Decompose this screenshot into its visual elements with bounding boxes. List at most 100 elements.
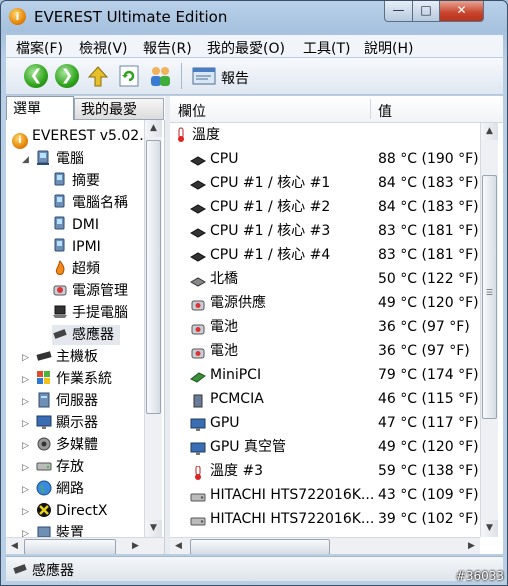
sensor-row[interactable]: 溫度 #3 59 °C (138 °F) [170, 459, 480, 483]
expand-icon[interactable]: ▷ [22, 419, 29, 429]
menu-tools[interactable]: 工具(T) [303, 38, 350, 58]
scroll-down-icon[interactable]: ▼ [481, 520, 498, 537]
tree-item-laptop[interactable]: 手提電腦 [52, 303, 128, 323]
menu-report[interactable]: 報告(R) [143, 38, 192, 58]
tree-item-power-management[interactable]: 電源管理 [52, 281, 128, 301]
tree-item-ipmi[interactable]: IPMI [52, 237, 101, 257]
sensor-row[interactable]: 電池 36 °C (97 °F) [170, 315, 480, 339]
tree-item-os[interactable]: 作業系統 [36, 369, 112, 389]
tree-vertical-scrollbar[interactable]: ▲ ▼ [144, 120, 162, 537]
scroll-right-icon[interactable]: ▶ [463, 538, 480, 554]
scroll-up-icon[interactable]: ▲ [145, 120, 162, 137]
menu-file[interactable]: 檔案(F) [16, 38, 63, 58]
sensor-value: 43 °C (109 °F) [378, 487, 479, 503]
sensor-row[interactable]: CPU #1 / 核心 #4 83 °C (181 °F) [170, 243, 480, 267]
sensor-row[interactable]: 電源供應 49 °C (120 °F) [170, 291, 480, 315]
tab-menu[interactable]: 選單 [6, 96, 74, 120]
expand-icon[interactable]: ▷ [22, 485, 29, 495]
scroll-thumb[interactable]: ☰ [482, 175, 497, 419]
minimize-button[interactable]: — [384, 1, 413, 22]
sensor-row[interactable]: CPU #1 / 核心 #1 84 °C (183 °F) [170, 171, 480, 195]
sensor-row[interactable]: HITACHI HTS722016K... 43 °C (109 °F) [170, 483, 480, 507]
sensor-name: MiniPCI [210, 367, 262, 383]
tree-label: IPMI [72, 239, 101, 255]
sensor-row[interactable]: MiniPCI 79 °C (174 °F) [170, 363, 480, 387]
hdd-icon [190, 512, 206, 526]
list-vertical-scrollbar[interactable]: ▲ ☰ ▼ [480, 123, 498, 537]
tree-root[interactable]: i EVEREST v5.02.1 [12, 126, 153, 149]
menu-help[interactable]: 說明(H) [364, 38, 413, 58]
expand-icon[interactable]: ▷ [22, 353, 29, 363]
tree-item-multimedia[interactable]: 多媒體 [36, 435, 98, 455]
column-divider[interactable] [370, 99, 371, 119]
list-header: 欄位 值 [170, 96, 503, 123]
list-horizontal-scrollbar[interactable]: ◀ ▶ [170, 537, 480, 554]
tree-item-display[interactable]: 顯示器 [36, 413, 98, 433]
tree-item-summary[interactable]: 摘要 [52, 171, 100, 191]
sensor-row[interactable]: GPU 真空管 49 °C (120 °F) [170, 435, 480, 459]
sensor-name: HITACHI HTS722016K... [210, 511, 375, 527]
back-icon[interactable]: ❮ [24, 64, 48, 88]
column-header-field[interactable]: 欄位 [178, 101, 206, 121]
expand-icon[interactable]: ▷ [22, 441, 29, 451]
tree-item-sensor[interactable]: 感應器 [52, 325, 120, 345]
tree-item-network[interactable]: 網路 [36, 479, 84, 499]
tree-horizontal-scrollbar[interactable]: ◀ ▶ [6, 537, 164, 554]
tree-label: 顯示器 [56, 415, 98, 431]
scroll-thumb[interactable] [24, 539, 116, 554]
close-button[interactable]: ✕ [439, 1, 484, 22]
title-bar[interactable]: i EVEREST Ultimate Edition — □ ✕ [1, 1, 507, 33]
scroll-up-icon[interactable]: ▲ [481, 123, 498, 140]
app-window: i EVEREST Ultimate Edition — □ ✕ 檔案(F) 檢… [0, 0, 508, 586]
tree-item-computer[interactable]: 電腦 [36, 149, 84, 169]
tree-item-computer-name[interactable]: 電腦名稱 [52, 193, 128, 213]
power-icon [52, 282, 68, 298]
tree-item-motherboard[interactable]: 主機板 [36, 347, 98, 367]
sensor-row[interactable]: GPU 47 °C (117 °F) [170, 411, 480, 435]
scroll-thumb[interactable] [146, 140, 161, 414]
tree-pane: i EVEREST v5.02.1 ◢ 電腦 摘要 電腦名稱 DMI IPMI 超… [6, 120, 165, 554]
expand-icon[interactable]: ▷ [22, 397, 29, 407]
collapse-icon[interactable]: ◢ [22, 155, 29, 165]
tree-label: 主機板 [56, 349, 98, 365]
expand-icon[interactable]: ▷ [22, 507, 29, 517]
sensor-name: GPU [210, 415, 240, 431]
tree-item-overclock[interactable]: 超頻 [52, 259, 100, 279]
scroll-right-icon[interactable]: ▶ [127, 538, 144, 554]
expand-icon[interactable]: ▷ [22, 463, 29, 473]
column-header-value[interactable]: 值 [378, 101, 392, 121]
expand-icon[interactable]: ▷ [22, 375, 29, 385]
tab-favorites[interactable]: 我的最愛 [74, 98, 164, 120]
sensor-row[interactable]: CPU 88 °C (190 °F) [170, 147, 480, 171]
scroll-thumb[interactable] [190, 539, 330, 554]
refresh-icon[interactable] [117, 64, 141, 88]
left-tab-strip: 我的最愛 選單 [6, 96, 164, 120]
maximize-button[interactable]: □ [412, 1, 440, 22]
group-row[interactable]: 溫度 [170, 123, 480, 147]
scroll-down-icon[interactable]: ▼ [145, 520, 162, 537]
sensor-row[interactable]: CPU #1 / 核心 #2 84 °C (183 °F) [170, 195, 480, 219]
sensor-row[interactable]: PCMCIA 46 °C (115 °F) [170, 387, 480, 411]
menu-favorites[interactable]: 我的最愛(O) [207, 38, 285, 58]
sensor-row[interactable]: 北橋 50 °C (122 °F) [170, 267, 480, 291]
hdd-icon [190, 488, 206, 502]
tree-item-storage[interactable]: 存放 [36, 457, 84, 477]
sensor-row[interactable]: 電池 36 °C (97 °F) [170, 339, 480, 363]
users-icon[interactable] [148, 64, 172, 88]
sensor-row[interactable]: CPU #1 / 核心 #3 83 °C (181 °F) [170, 219, 480, 243]
menu-view[interactable]: 檢視(V) [79, 38, 128, 58]
everest-app-icon: i [9, 8, 26, 25]
tree-item-directx[interactable]: DirectX [36, 501, 108, 521]
status-text: 感應器 [32, 563, 74, 579]
up-folder-icon[interactable] [86, 64, 110, 88]
report-button-label[interactable]: 報告 [221, 68, 249, 88]
tree-item-dmi[interactable]: DMI [52, 215, 99, 235]
scroll-left-icon[interactable]: ◀ [6, 538, 23, 554]
sensor-row[interactable]: HITACHI HTS722016K... 39 °C (102 °F) [170, 507, 480, 531]
tree-label: 存放 [56, 459, 84, 475]
report-icon[interactable] [191, 64, 216, 88]
tree-item-server[interactable]: 伺服器 [36, 391, 98, 411]
forward-icon[interactable]: ❯ [55, 64, 79, 88]
sensor-list-pane: 欄位 值 溫度 CPU 88 °C (190 °F) CPU #1 / 核心 #1 8… [170, 96, 503, 554]
scroll-left-icon[interactable]: ◀ [170, 538, 187, 554]
